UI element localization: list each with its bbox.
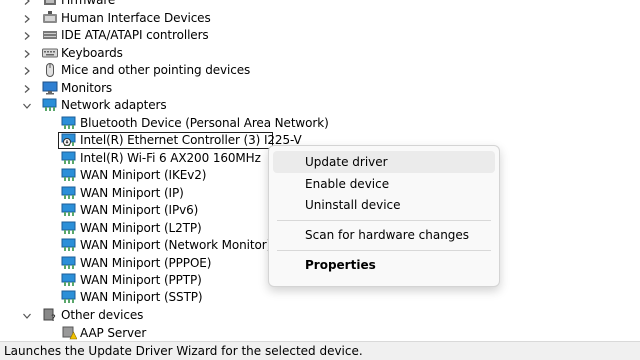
- keyboard-icon: [42, 46, 58, 60]
- category-label: IDE ATA/ATAPI controllers: [61, 28, 209, 42]
- device-label: WAN Miniport (IPv6): [80, 203, 199, 217]
- device-label: WAN Miniport (Network Monitor): [80, 238, 272, 252]
- network-adapter-icon: [61, 221, 77, 235]
- enable-device-menu-item[interactable]: Enable device: [273, 173, 495, 195]
- chevron-down-icon[interactable]: [22, 97, 32, 114]
- network-adapter-icon: [61, 290, 77, 304]
- category-monitors[interactable]: Monitors: [0, 80, 620, 97]
- category-label: Keyboards: [61, 46, 123, 60]
- category-network-adapters[interactable]: Network adapters: [0, 97, 620, 114]
- category-human-interface-devices[interactable]: Human Interface Devices: [0, 10, 620, 27]
- device-label: Intel(R) Wi-Fi 6 AX200 160MHz: [80, 151, 261, 165]
- chevron-right-icon[interactable]: [22, 62, 32, 79]
- network-adapter-icon: [61, 186, 77, 200]
- device-label: AAP Server: [80, 326, 147, 340]
- device-label: WAN Miniport (SSTP): [80, 290, 203, 304]
- category-other-devices[interactable]: ? Other devices: [0, 307, 620, 324]
- properties-menu-item[interactable]: Properties: [273, 254, 495, 276]
- menu-separator: [277, 250, 491, 251]
- network-adapter-icon: [61, 133, 77, 147]
- category-firmware[interactable]: Firmware: [0, 0, 620, 9]
- device-label: WAN Miniport (PPTP): [80, 273, 202, 287]
- device-label: WAN Miniport (IP): [80, 186, 184, 200]
- chevron-right-icon[interactable]: [22, 0, 32, 9]
- category-label: Network adapters: [61, 98, 167, 112]
- status-bar: Launches the Update Driver Wizard for th…: [0, 341, 640, 360]
- network-adapter-icon: [61, 273, 77, 287]
- mouse-icon: [42, 63, 58, 77]
- network-adapter-icon: [61, 151, 77, 165]
- device-label: WAN Miniport (PPPOE): [80, 256, 212, 270]
- network-adapter-icon: [61, 168, 77, 182]
- category-label: Monitors: [61, 81, 113, 95]
- network-adapter-icon: [61, 203, 77, 217]
- chevron-down-icon[interactable]: [22, 307, 32, 324]
- ide-controller-icon: [42, 28, 58, 42]
- network-adapter-icon: [61, 256, 77, 270]
- svg-text:?: ?: [51, 314, 56, 322]
- other-devices-icon: ?: [42, 308, 58, 322]
- context-menu[interactable]: Update driver Enable device Uninstall de…: [268, 145, 500, 287]
- monitor-icon: [42, 81, 58, 95]
- category-label: Other devices: [61, 308, 144, 322]
- unknown-device-warning-icon: [61, 326, 77, 340]
- menu-separator: [277, 220, 491, 221]
- scan-hardware-changes-menu-item[interactable]: Scan for hardware changes: [273, 224, 495, 246]
- chevron-right-icon[interactable]: [22, 27, 32, 44]
- network-adapter-icon: [61, 238, 77, 252]
- chevron-right-icon[interactable]: [22, 45, 32, 62]
- status-text: Launches the Update Driver Wizard for th…: [4, 344, 363, 358]
- device-aap-server[interactable]: AAP Server: [0, 325, 620, 341]
- category-label: Firmware: [61, 0, 116, 7]
- hid-icon: [42, 11, 58, 25]
- network-adapter-icon: [42, 98, 58, 112]
- device-label: WAN Miniport (L2TP): [80, 221, 202, 235]
- chevron-right-icon[interactable]: [22, 80, 32, 97]
- network-adapter-icon: [61, 116, 77, 130]
- category-label: Mice and other pointing devices: [61, 63, 251, 77]
- category-label: Human Interface Devices: [61, 11, 211, 25]
- uninstall-device-menu-item[interactable]: Uninstall device: [273, 194, 495, 216]
- device-wan-sstp[interactable]: WAN Miniport (SSTP): [0, 289, 620, 306]
- category-keyboards[interactable]: Keyboards: [0, 45, 620, 62]
- device-label: WAN Miniport (IKEv2): [80, 168, 207, 182]
- chevron-right-icon[interactable]: [22, 10, 32, 27]
- device-label: Bluetooth Device (Personal Area Network): [80, 116, 329, 130]
- firmware-icon: [42, 0, 58, 7]
- category-ide-ata-atapi[interactable]: IDE ATA/ATAPI controllers: [0, 27, 620, 44]
- category-mice[interactable]: Mice and other pointing devices: [0, 62, 620, 79]
- device-bluetooth-pan[interactable]: Bluetooth Device (Personal Area Network): [0, 115, 620, 132]
- update-driver-menu-item[interactable]: Update driver: [273, 151, 495, 173]
